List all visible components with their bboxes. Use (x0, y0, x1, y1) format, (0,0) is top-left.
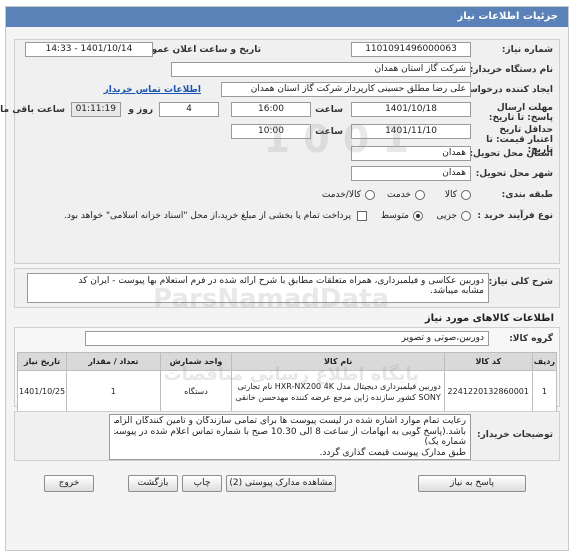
description-line-2: مشابه میباشد. (431, 286, 485, 296)
category-label: طبقه بندی: (502, 190, 554, 200)
category-option-goods-service: کالا/خدمت (322, 190, 362, 200)
buyer-notes-label: توضیحات خریدار: (478, 430, 554, 440)
need-number-label: شماره نیاز: (502, 45, 554, 55)
description-label: شرح کلی نیاز: (489, 277, 554, 287)
delivery-city-label: شهر محل تحویل: (476, 169, 554, 179)
buyer-notes-line-4: طبق مدارک پیوست قیمت گذاری گردد. (320, 447, 467, 458)
category-option-service: خدمت (388, 190, 412, 200)
process-radio-minor[interactable] (462, 211, 472, 221)
price-validity-date: 1401/11/10 (352, 124, 472, 139)
buyer-notes-line-2: باشد.(پاسخ گویی به ابهامات از ساعت 8 الی… (115, 426, 467, 437)
category-option-goods: کالا (445, 190, 458, 200)
price-validity-time: 10:00 (232, 124, 312, 139)
request-details-panel: شماره نیاز: 1101091496000063 تاریخ و ساع… (0, 39, 561, 264)
purchase-process-label: نوع فرآیند خرید : (478, 211, 554, 221)
goods-table: ردیف کد کالا نام کالا واحد شمارش تعداد /… (17, 352, 559, 413)
goods-table-wrapper: ردیف کد کالا نام کالا واحد شمارش تعداد /… (17, 352, 559, 413)
col-goods-code: کد کالا (444, 352, 534, 371)
buyer-org-field: شرکت گاز استان همدان (172, 62, 472, 77)
need-number-field: 1101091496000063 (352, 42, 472, 57)
cell-quantity: 1 (67, 370, 162, 413)
page-title: جزئیات اطلاعات نیاز (7, 7, 569, 27)
remaining-time: 01:11:19 (72, 102, 122, 117)
buyer-org-label: نام دستگاه خریدار: (470, 65, 554, 75)
delivery-province-field: همدان (352, 146, 472, 161)
goods-table-header: ردیف کد کالا نام کالا واحد شمارش تعداد /… (17, 352, 559, 371)
category-radio-service[interactable] (416, 190, 426, 200)
buyer-notes-box: رعایت تمام موارد اشاره شده در لیست پیوست… (110, 414, 472, 460)
remaining-days-label: روز و (129, 105, 154, 115)
table-row: 1 2241220132860001 دوربین فیلمبرداری دیج… (17, 370, 559, 413)
buyer-notes-panel: توضیحات خریدار: رعایت تمام موارد اشاره ش… (15, 411, 561, 461)
creator-field: علی رضا مطلق حسینی کارپرداز شرکت گاز است… (222, 82, 472, 97)
main-window: جزئیات اطلاعات نیاز شماره نیاز: 11010914… (0, 6, 570, 551)
cell-goods-name: دوربین فیلمبرداری دیجیتال مدل HXR-NX200 … (232, 370, 446, 413)
treasury-payment-checkbox[interactable] (358, 211, 368, 221)
description-line-1: دوربین عکاسی و فیلمبرداری، همراه متعلقات… (79, 276, 485, 286)
description-panel: شرح کلی نیاز: دوربین عکاسی و فیلمبرداری،… (15, 268, 561, 308)
send-deadline-time-label: ساعت (316, 105, 344, 115)
col-need-date: تاریخ نیاز (17, 352, 69, 371)
delivery-city-field: همدان (352, 166, 472, 181)
col-goods-name: نام کالا (232, 352, 446, 371)
print-button[interactable]: چاپ (183, 475, 223, 492)
col-row-number: ردیف (532, 352, 559, 371)
cell-goods-code: 2241220132860001 (444, 370, 534, 413)
col-unit: واحد شمارش (160, 352, 234, 371)
back-button[interactable]: بازگشت (129, 475, 179, 492)
view-attachments-button[interactable]: مشاهده مدارک پیوستی (2) (227, 475, 337, 492)
send-deadline-time: 16:00 (232, 102, 312, 117)
goods-name-line-2: SONY کشور سازنده ژاپن مرجع عرضه کننده مه… (236, 392, 442, 402)
cell-need-date: 1401/10/25 (17, 370, 69, 413)
category-radio-goods[interactable] (462, 190, 472, 200)
remaining-time-label: ساعت باقی مانده (0, 105, 66, 115)
process-option-medium: متوسط (381, 211, 410, 221)
buyer-notes-line-1: رعایت تمام موارد اشاره شده در لیست پیوست… (115, 416, 467, 426)
process-option-minor: جزیی (437, 211, 458, 221)
price-validity-time-label: ساعت (316, 127, 344, 137)
cell-unit: دستگاه (160, 370, 234, 413)
cell-row-number: 1 (532, 370, 559, 413)
send-deadline-label: مهلت ارسال پاسخ: تا تاریخ: (489, 103, 554, 123)
description-box: دوربین عکاسی و فیلمبرداری، همراه متعلقات… (28, 273, 490, 303)
process-radio-medium[interactable] (414, 211, 424, 221)
delivery-province-label: استان محل تحویل: (470, 149, 554, 159)
goods-group-field: دوربین،صوتی و تصویر (86, 331, 490, 346)
buyer-notes-line-3: شماره یک) (425, 437, 467, 447)
treasury-payment-note: پرداخت تمام یا بخشی از مبلغ خرید،از محل … (64, 211, 352, 221)
category-radio-goods-service[interactable] (366, 190, 376, 200)
announce-datetime-field: 1401/10/14 - 14:33 (26, 42, 154, 57)
reply-button[interactable]: پاسخ به نیاز (419, 475, 527, 492)
goods-panel: گروه کالا: دوربین،صوتی و تصویر ردیف کد ک… (15, 284, 561, 413)
goods-group-label: گروه کالا: (510, 334, 554, 344)
exit-button[interactable]: خروج (45, 475, 95, 492)
send-deadline-date: 1401/10/18 (352, 102, 472, 117)
remaining-days: 4 (160, 102, 220, 117)
goods-section-title: اطلاعات کالاهای مورد نیاز (425, 313, 555, 324)
goods-name-line-1: دوربین فیلمبرداری دیجیتال مدل HXR-NX200 … (238, 381, 442, 391)
buyer-contact-link[interactable]: اطلاعات تماس خریدار (105, 85, 202, 95)
col-quantity: تعداد / مقدار (67, 352, 162, 371)
